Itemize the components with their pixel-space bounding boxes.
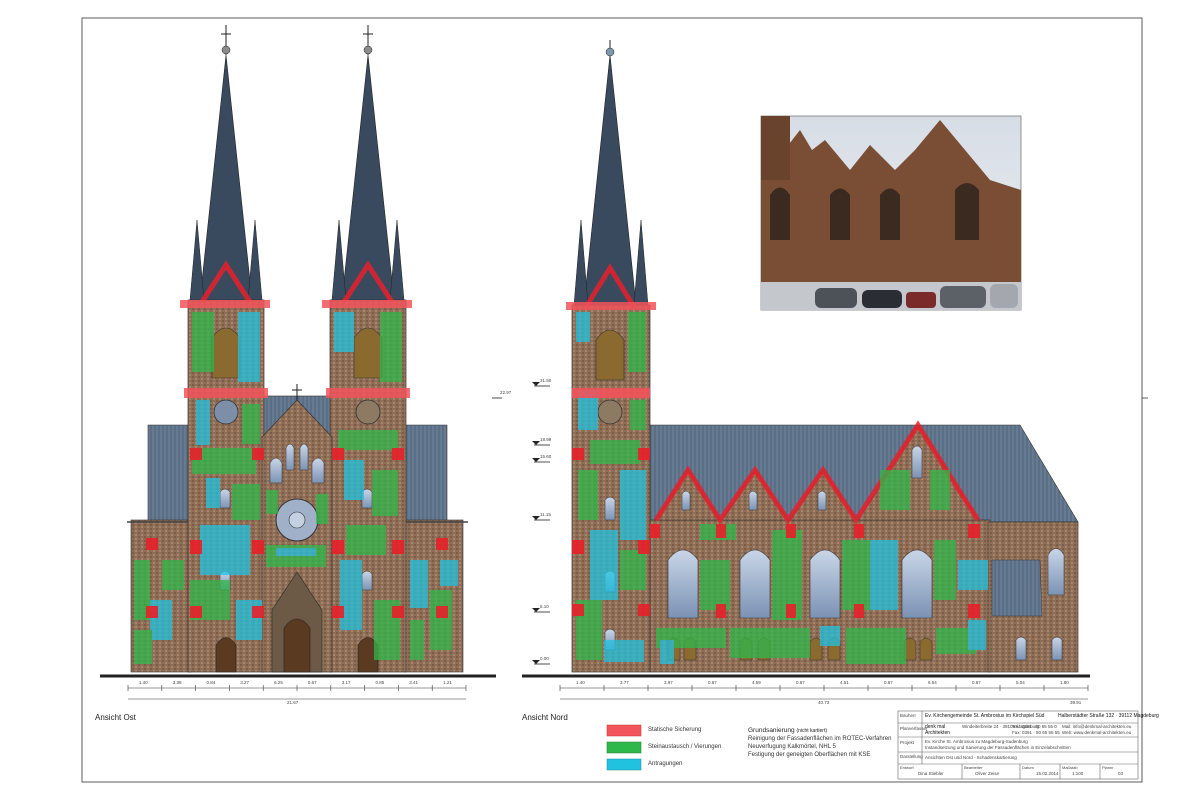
north-dim-segment-label: 0.67: [972, 680, 981, 685]
tb-massstab: 1:100: [1072, 771, 1084, 776]
elevation-mark-triangle: [532, 516, 540, 520]
tb-row-label-entwurf: Entwurf: [900, 765, 914, 770]
notes-line-1: Reinigung der Fassadenflächen im ROTEC-V…: [748, 736, 892, 742]
legend-repair-label: Antragungen: [648, 761, 683, 767]
east-elevation-mark-label: 22.97: [500, 390, 512, 395]
tb-office-fax: Fax: 0391 · 50 65 55 55: [1012, 730, 1060, 735]
drawing-sheet: Ansicht Ost Ansicht Nord Statische Siche…: [0, 0, 1200, 800]
north-dim-segment-label: 6.54: [928, 680, 937, 685]
north-dim-segment-label: 1.80: [1060, 680, 1069, 685]
north-view-label: Ansicht Nord: [522, 713, 568, 722]
east-dim-segment-label: 1.21: [443, 680, 452, 685]
tb-datum: 15.02.2014: [1036, 771, 1059, 776]
elevation-mark-triangle: [532, 458, 540, 462]
notes-heading-suffix: (nicht kartiert): [796, 728, 827, 734]
legend-swatch-repair: [606, 758, 642, 771]
tb-projekt-line2: Instandsetzung und Sanierung der Fassade…: [925, 745, 1071, 750]
tb-bauherr: Ev. Kirchengemeinde St. Ambrosius im Kir…: [925, 713, 1045, 719]
legend-swatch-stone: [606, 741, 642, 754]
elevation-mark-triangle: [532, 382, 540, 386]
elevation-mark-triangle: [532, 660, 540, 664]
north-dim-total-sub: 39.91: [1070, 700, 1082, 705]
east-dim-segment-label: 0.84: [206, 680, 216, 685]
notes-heading: Grundsanierung (nicht kartiert): [748, 727, 827, 735]
north-dim-segment-label: 5.04: [1016, 680, 1025, 685]
tb-projekt-label: Projekt: [900, 740, 915, 745]
legend-swatch-static: [606, 724, 642, 737]
east-dim-segment-label: 1.40: [138, 680, 148, 685]
tb-office-name: denk mal Architekten: [925, 724, 951, 736]
tb-office-web: Web: www.denkmal-architekten.eu: [1062, 730, 1132, 735]
elevation-mark-triangle: [532, 608, 540, 612]
legend-stone-label: Steinaustausch / Vierungen: [648, 744, 722, 750]
east-dim-segment-label: 3.17: [341, 680, 351, 685]
tb-darstellung: Ansichten Ost und Nord - Schadenskartier…: [925, 755, 1017, 760]
tb-plannr: 03: [1118, 771, 1124, 776]
east-dim-segment-label: 0.85: [375, 680, 385, 685]
east-dim-segment-label: 6.25: [274, 680, 283, 685]
north-dim-segment-label: 0.67: [796, 680, 805, 685]
east-view-label: Ansicht Ost: [95, 713, 136, 722]
tb-planverfasser-label: Planverfasser: [900, 726, 928, 731]
notes-heading-text: Grundsanierung: [748, 727, 795, 734]
tb-bauherr-address: Halberstädter Straße 132 · 39112 Magdebu…: [1058, 713, 1159, 719]
elevation-mark-label: 18.99: [540, 437, 552, 442]
elevation-mark-label: 15.60: [540, 454, 552, 459]
east-elevation: [100, 25, 496, 700]
church-photo: [760, 115, 1022, 311]
tb-row-label-datum: Datum: [1022, 765, 1034, 770]
tb-bauherr-label: Bauherr: [900, 713, 917, 718]
notes-line-2: Neuverfugung Kalkmörtel, NHL 5: [748, 744, 836, 750]
legend-static-label: Statische Sicherung: [648, 727, 702, 733]
east-dim-total: 21.67: [287, 700, 299, 705]
north-dim-segment-label: 3.97: [664, 680, 673, 685]
north-dim-segment-label: 1.40: [576, 680, 585, 685]
north-dim-total: 40.73: [818, 700, 830, 705]
tb-darstellung-label: Darstellung: [900, 754, 923, 759]
elevation-mark-triangle: [532, 441, 540, 445]
tb-drawer: Dina Stiebler: [918, 771, 944, 776]
tb-row-label-plannr: Plannr.: [1102, 765, 1115, 770]
north-dim-segment-label: 0.67: [708, 680, 717, 685]
north-dim-segment-label: 0.67: [884, 680, 893, 685]
notes-line-3: Festigung der geneigten Oberflächen mit …: [748, 752, 871, 758]
elevation-mark-label: 31.50: [540, 378, 552, 383]
east-dim-segment-label: 3.38: [172, 680, 182, 685]
east-dim-segment-label: 3.41: [409, 680, 419, 685]
north-dim-segment-label: 4.51: [840, 680, 849, 685]
north-dim-segment-label: 4.59: [752, 680, 761, 685]
elevation-mark-label: 5.10: [540, 604, 549, 609]
elevation-mark-label: 11.15: [540, 512, 551, 517]
north-dim-segment-label: 3.77: [620, 680, 629, 685]
elevation-mark-label: 0.00: [540, 656, 549, 661]
tb-bearbeiter: Oliver Zeise: [975, 771, 1000, 776]
east-dim-segment-label: 3.27: [240, 680, 250, 685]
east-dim-segment-label: 0.67: [307, 680, 317, 685]
